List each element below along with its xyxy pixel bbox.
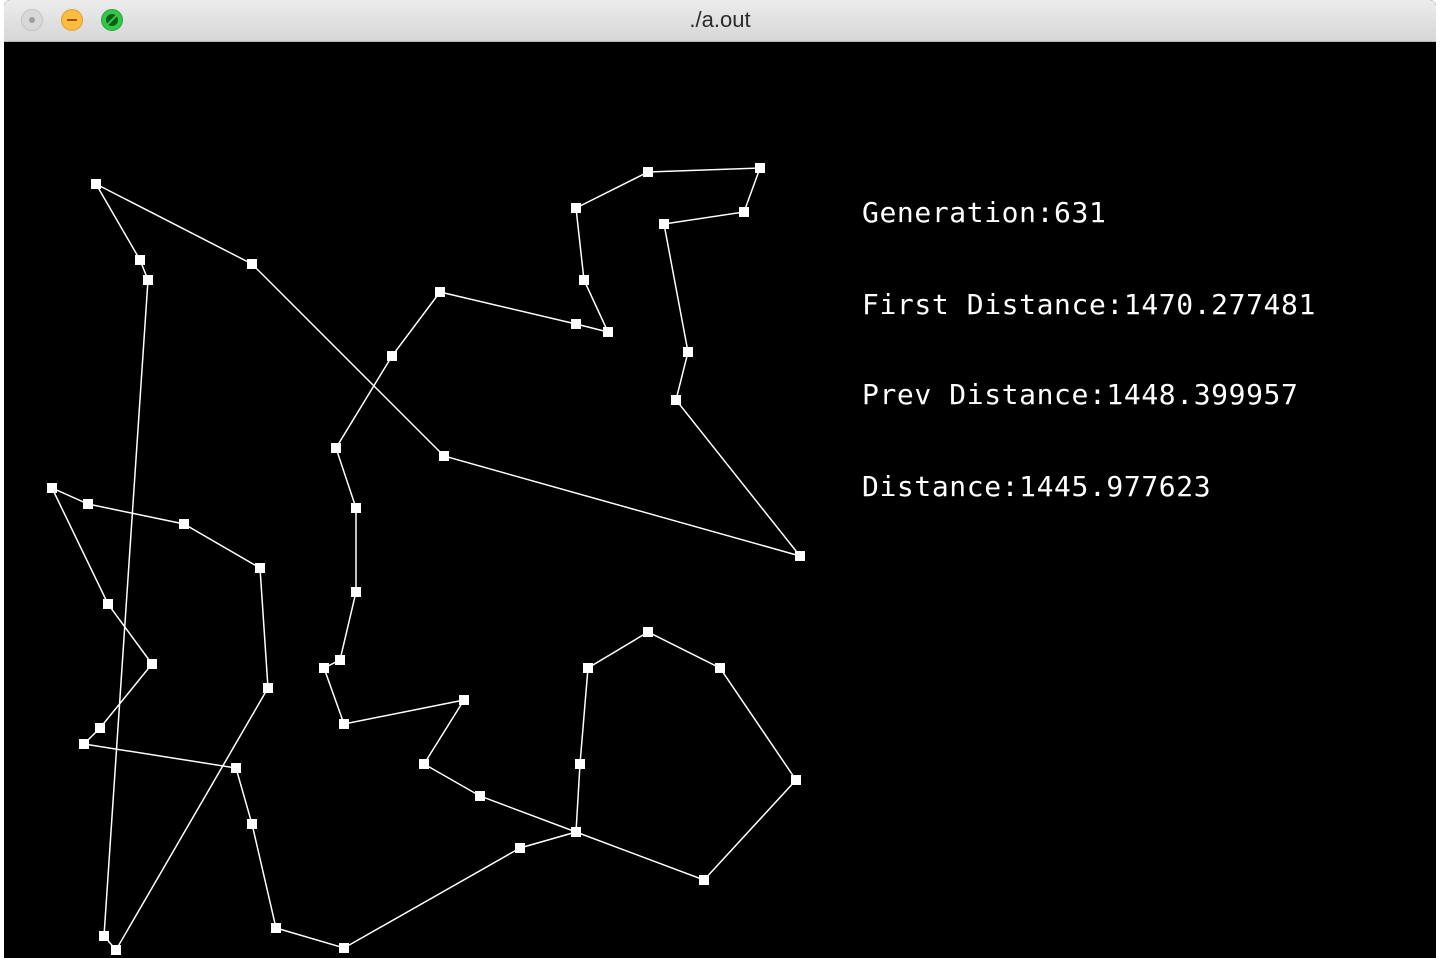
city-node	[99, 931, 109, 941]
first-distance-value: 1470.277481	[1123, 288, 1316, 321]
city-node	[739, 207, 749, 217]
city-node	[575, 759, 585, 769]
city-node	[683, 347, 693, 357]
generation-value: 631	[1054, 196, 1107, 229]
prev-distance-value: 1448.399957	[1106, 378, 1299, 411]
city-node	[47, 483, 57, 493]
city-node	[247, 259, 257, 269]
city-node	[459, 695, 469, 705]
city-node	[643, 627, 653, 637]
city-node	[439, 451, 449, 461]
city-node	[515, 843, 525, 853]
prev-distance-label: Prev Distance:	[862, 378, 1107, 411]
city-node	[659, 219, 669, 229]
city-node	[271, 923, 281, 933]
city-node	[791, 775, 801, 785]
city-node	[671, 395, 681, 405]
city-node	[143, 275, 153, 285]
city-node	[331, 443, 341, 453]
city-node	[103, 599, 113, 609]
distance-value: 1445.977623	[1019, 470, 1212, 503]
city-node	[583, 663, 593, 673]
city-node	[111, 945, 121, 955]
city-node	[247, 819, 257, 829]
tour-canvas	[47, 163, 805, 955]
city-node	[351, 503, 361, 513]
city-node	[387, 351, 397, 361]
first-distance-readout: First Distance:1470.277481	[862, 288, 1316, 321]
city-node	[263, 683, 273, 693]
first-distance-label: First Distance:	[862, 288, 1124, 321]
city-node	[231, 763, 241, 773]
app-window: ./a.out Generation:631 First Distance:14…	[4, 0, 1436, 958]
distance-label: Distance:	[862, 470, 1020, 503]
generation-label: Generation:	[862, 196, 1055, 229]
city-node	[699, 875, 709, 885]
city-node	[571, 319, 581, 329]
city-node	[435, 287, 445, 297]
city-node	[579, 275, 589, 285]
city-node	[135, 255, 145, 265]
city-node	[339, 943, 349, 953]
city-node	[79, 739, 89, 749]
city-node	[147, 659, 157, 669]
city-node	[335, 655, 345, 665]
title-bar[interactable]: ./a.out	[4, 0, 1436, 42]
city-node	[319, 663, 329, 673]
city-node	[755, 163, 765, 173]
tour-path	[50, 167, 803, 952]
generation-readout: Generation:631	[862, 196, 1106, 229]
city-node	[603, 327, 613, 337]
city-node	[571, 827, 581, 837]
city-node	[571, 203, 581, 213]
city-node	[351, 587, 361, 597]
city-node	[339, 719, 349, 729]
city-node	[83, 499, 93, 509]
city-node	[91, 179, 101, 189]
city-node	[795, 551, 805, 561]
city-node	[95, 723, 105, 733]
city-node	[179, 519, 189, 529]
city-node	[643, 167, 653, 177]
city-nodes	[47, 163, 805, 955]
city-node	[419, 759, 429, 769]
prev-distance-readout: Prev Distance:1448.399957	[862, 378, 1298, 411]
city-node	[475, 791, 485, 801]
distance-readout: Distance:1445.977623	[862, 470, 1211, 503]
window-title: ./a.out	[689, 7, 751, 32]
city-node	[715, 663, 725, 673]
city-node	[255, 563, 265, 573]
